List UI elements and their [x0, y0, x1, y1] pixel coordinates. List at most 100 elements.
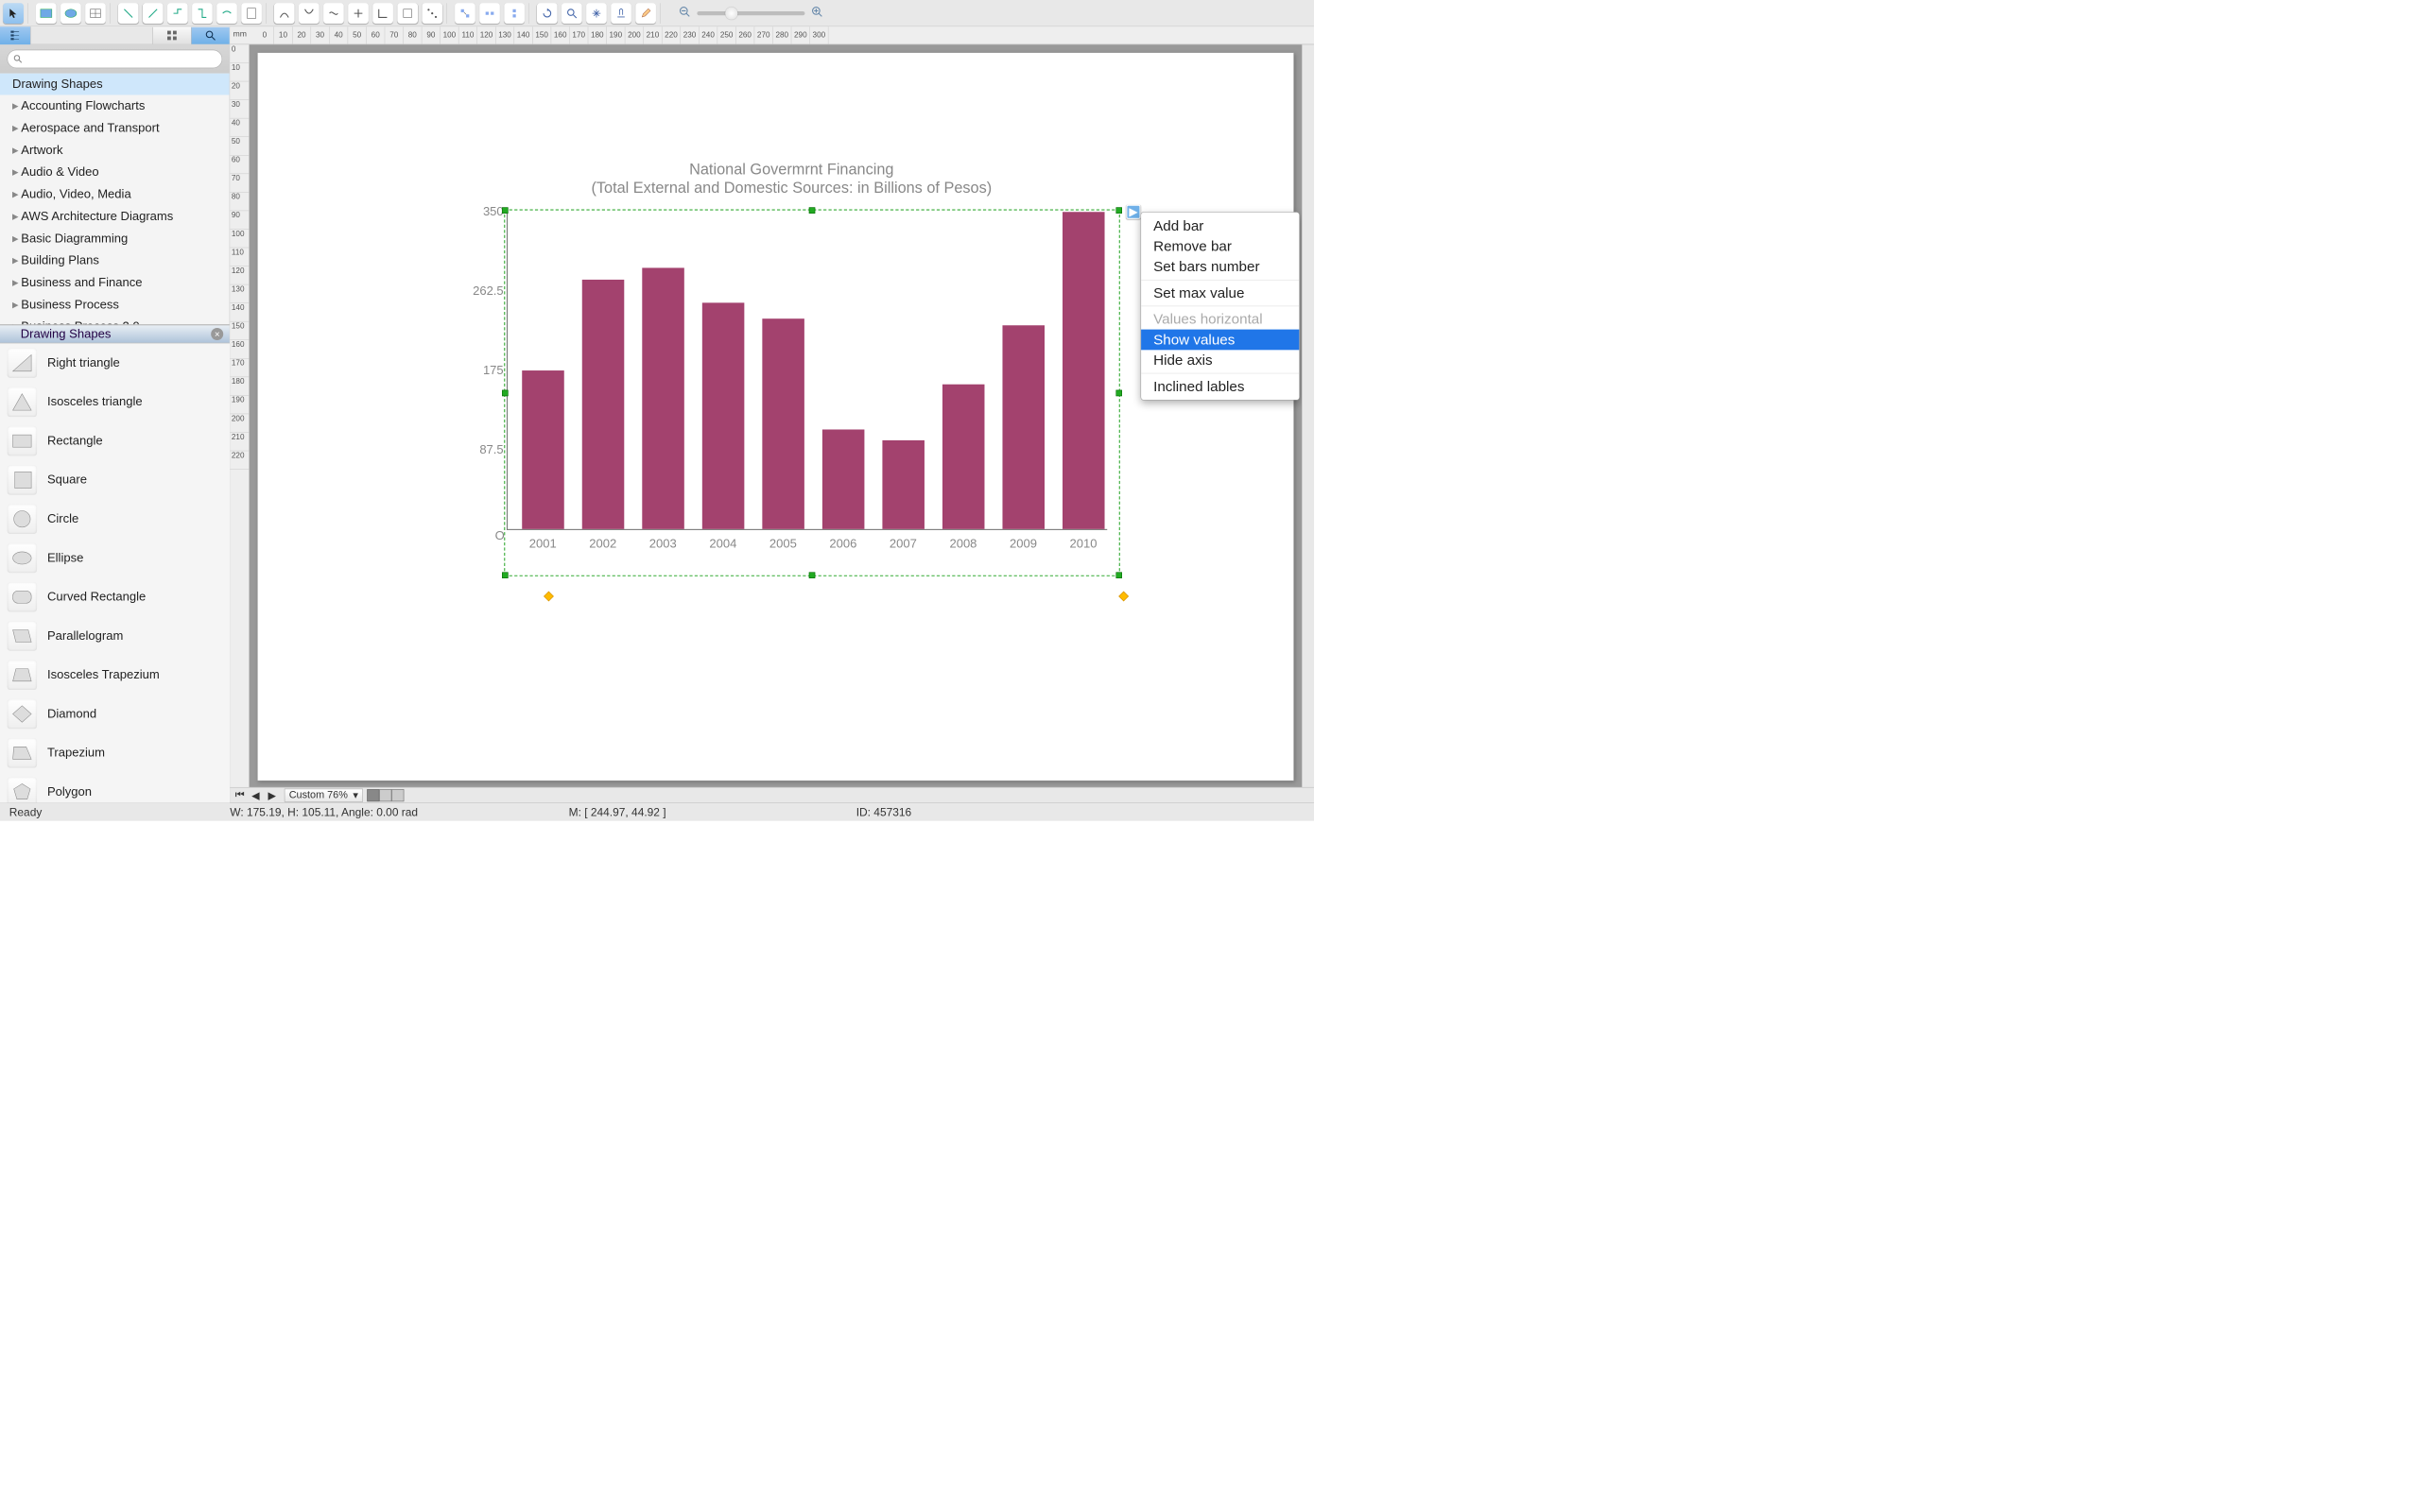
chart-smart-action-button[interactable]: ▶ [1126, 205, 1140, 219]
resize-handle-tm[interactable] [809, 207, 816, 214]
node-tool-2[interactable] [479, 3, 500, 24]
tree-item-label: Audio, Video, Media [21, 187, 130, 201]
tree-item[interactable]: ▸Audio & Video [0, 162, 230, 183]
resize-handle-bm[interactable] [809, 572, 816, 578]
tree-item[interactable]: ▸Business and Finance [0, 271, 230, 293]
resize-handle-mr[interactable] [1115, 389, 1122, 396]
anchor-marker[interactable] [544, 592, 554, 602]
tree-item[interactable]: ▸Artwork [0, 139, 230, 161]
shape-item[interactable]: Diamond [0, 695, 230, 733]
tree-item[interactable]: ▸AWS Architecture Diagrams [0, 205, 230, 227]
tree-item[interactable]: ▸Business Process 2,0 [0, 316, 230, 325]
shape-item[interactable]: Right triangle [0, 343, 230, 382]
connector-tool-5[interactable] [216, 3, 237, 24]
shapes-list[interactable]: Right triangleIsosceles triangleRectangl… [0, 343, 230, 802]
shape-icon [8, 348, 37, 377]
resize-handle-tr[interactable] [1115, 207, 1122, 214]
curve-tool-5[interactable] [372, 3, 393, 24]
zoom-slider-track[interactable] [697, 11, 804, 15]
page-next-icon[interactable]: ▶ [268, 789, 280, 801]
tree-item[interactable]: ▸Aerospace and Transport [0, 117, 230, 139]
connector-tool-4[interactable] [192, 3, 213, 24]
grid-tab[interactable] [152, 27, 191, 44]
shape-item[interactable]: Circle [0, 499, 230, 538]
page-tool[interactable] [241, 3, 262, 24]
zoom-slider[interactable] [679, 6, 823, 21]
search-tab[interactable] [191, 27, 230, 44]
tree-item[interactable]: ▸Audio, Video, Media [0, 183, 230, 205]
pan-tool[interactable] [586, 3, 607, 24]
shape-item[interactable]: Rectangle [0, 421, 230, 460]
tree-item[interactable]: ▸Building Plans [0, 249, 230, 271]
node-tool-1[interactable] [455, 3, 475, 24]
zoom-display[interactable]: Custom 76% ▾ [285, 788, 363, 801]
horizontal-ruler: mm 0102030405060708090100110120130140150… [230, 26, 1314, 44]
align-tool[interactable] [611, 3, 631, 24]
page-prev-icon[interactable]: ◀ [251, 789, 264, 801]
library-tree[interactable]: Drawing Shapes▸Accounting Flowcharts▸Aer… [0, 74, 230, 325]
rect-tool[interactable] [36, 3, 57, 24]
chart-context-menu[interactable]: Add barRemove barSet bars number Set max … [1141, 212, 1300, 400]
vertical-scrollbar[interactable] [1302, 44, 1314, 787]
refresh-tool[interactable] [537, 3, 558, 24]
menu-item[interactable]: Set bars number [1141, 257, 1299, 278]
resize-handle-tl[interactable] [502, 207, 509, 214]
curve-tool-1[interactable] [274, 3, 295, 24]
shape-item[interactable]: Polygon [0, 772, 230, 802]
panel-tabs [0, 26, 230, 44]
node-tool-3[interactable] [504, 3, 525, 24]
curve-tool-6[interactable] [397, 3, 418, 24]
menu-item[interactable]: Inclined lables [1141, 376, 1299, 397]
curve-tool-7[interactable] [422, 3, 442, 24]
ellipse-tool[interactable] [60, 3, 81, 24]
shape-label: Diamond [47, 707, 96, 721]
shape-item[interactable]: Ellipse [0, 539, 230, 577]
shape-item[interactable]: Parallelogram [0, 616, 230, 655]
close-icon[interactable]: × [211, 328, 223, 340]
connector-tool-3[interactable] [167, 3, 188, 24]
menu-item: Values horizontal [1141, 309, 1299, 330]
shape-item[interactable]: Isosceles triangle [0, 383, 230, 421]
active-category-bar[interactable]: Drawing Shapes × [0, 325, 230, 344]
anchor-marker[interactable] [1118, 592, 1129, 602]
zoom-tool[interactable] [562, 3, 582, 24]
selection-box[interactable] [504, 210, 1120, 576]
tree-item[interactable]: ▸Business Process [0, 294, 230, 316]
zoom-slider-thumb[interactable] [725, 7, 737, 19]
shape-item[interactable]: Trapezium [0, 733, 230, 772]
curve-tool-2[interactable] [299, 3, 320, 24]
menu-item[interactable]: Remove bar [1141, 236, 1299, 257]
view-mode-buttons[interactable] [367, 789, 404, 801]
zoom-stepper-icon[interactable]: ▾ [353, 789, 357, 802]
tree-item-label: Building Plans [21, 253, 99, 267]
menu-item[interactable]: Show values [1141, 330, 1299, 351]
shape-item[interactable]: Curved Rectangle [0, 577, 230, 616]
pointer-tool[interactable] [3, 3, 24, 24]
pencil-tool[interactable] [635, 3, 656, 24]
connector-tool-1[interactable] [118, 3, 139, 24]
resize-handle-br[interactable] [1115, 572, 1122, 578]
chart-title: National Govermrnt Financing(Total Exter… [466, 161, 1118, 198]
resize-handle-ml[interactable] [502, 389, 509, 396]
shape-search-input[interactable] [8, 50, 223, 69]
connector-tool-2[interactable] [143, 3, 164, 24]
table-tool[interactable] [85, 3, 106, 24]
page-first-icon[interactable]: ⏮ [235, 789, 248, 801]
zoom-in-icon[interactable] [811, 6, 823, 21]
curve-tool-3[interactable] [323, 3, 344, 24]
tree-item[interactable]: ▸Basic Diagramming [0, 228, 230, 249]
curve-tool-4[interactable] [348, 3, 369, 24]
menu-item[interactable]: Add bar [1141, 215, 1299, 236]
shape-icon [8, 738, 37, 767]
shape-item[interactable]: Isosceles Trapezium [0, 655, 230, 694]
canvas-area[interactable]: National Govermrnt Financing(Total Exter… [250, 44, 1314, 787]
zoom-out-icon[interactable] [679, 6, 691, 21]
tree-item[interactable]: ▸Accounting Flowcharts [0, 94, 230, 116]
shape-item[interactable]: Square [0, 460, 230, 499]
tree-item[interactable]: Drawing Shapes [0, 74, 230, 95]
tree-tab[interactable] [0, 26, 31, 44]
menu-item[interactable]: Set max value [1141, 283, 1299, 303]
document-page[interactable]: National Govermrnt Financing(Total Exter… [257, 52, 1294, 781]
resize-handle-bl[interactable] [502, 572, 509, 578]
menu-item[interactable]: Hide axis [1141, 350, 1299, 370]
